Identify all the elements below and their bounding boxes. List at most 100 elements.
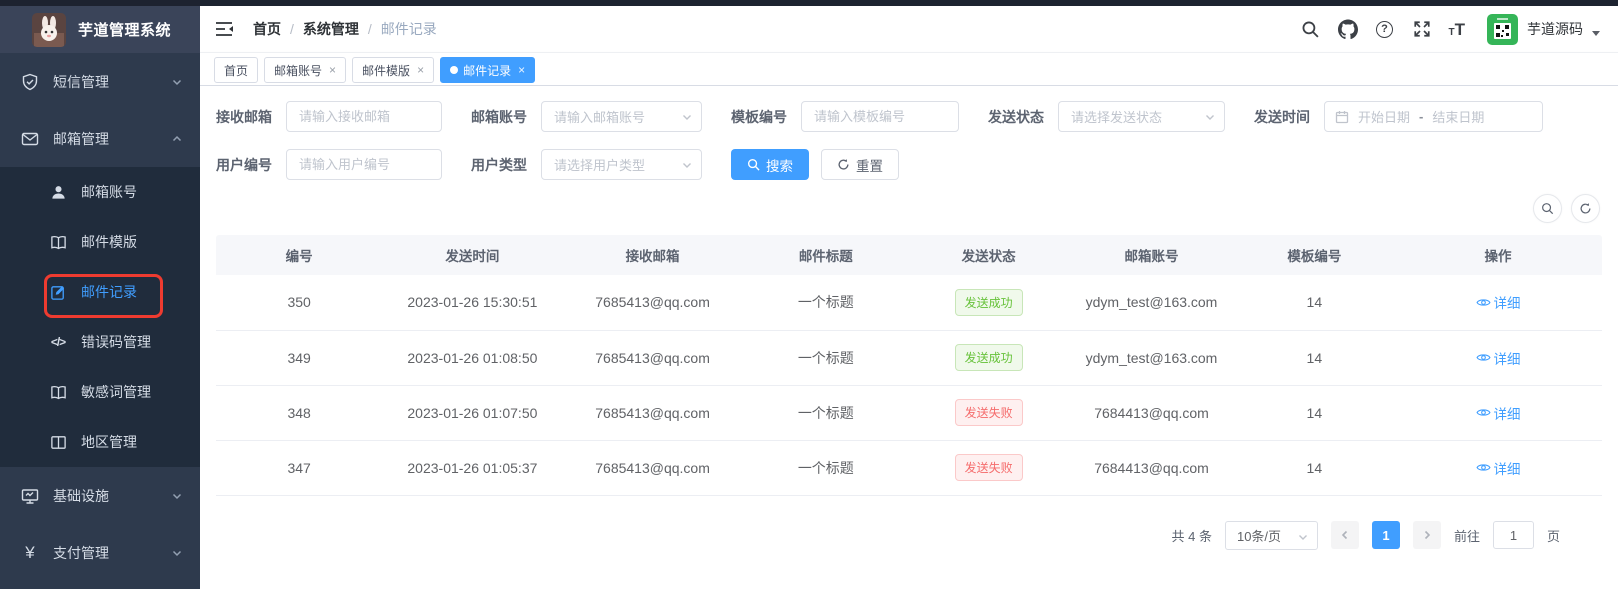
table-row: 350 2023-01-26 15:30:51 7685413@qq.com 一…: [216, 275, 1602, 330]
cell-id: 347: [216, 440, 382, 495]
sidebar-item-label: 错误码管理: [81, 332, 151, 352]
detail-link[interactable]: 详细: [1476, 348, 1521, 368]
chevron-down-icon: [171, 547, 183, 559]
tab-mail-log[interactable]: 邮件记录 ×: [440, 57, 535, 83]
tab-close-icon[interactable]: ×: [417, 63, 424, 77]
prev-page-button[interactable]: [1331, 521, 1359, 549]
sidebar-item-label: 邮箱账号: [81, 182, 137, 202]
chevron-down-icon: [1297, 531, 1309, 543]
cell-id: 348: [216, 385, 382, 440]
sidebar-item-pay-management[interactable]: ¥ 支付管理: [0, 524, 200, 581]
cell-title: 一个标题: [743, 330, 909, 385]
filter-label: 接收邮箱: [216, 107, 272, 127]
tab-close-icon[interactable]: ×: [518, 63, 525, 77]
sidebar-collapse-icon[interactable]: [213, 18, 235, 40]
send-status-select[interactable]: 请选择发送状态: [1058, 101, 1225, 132]
search-icon[interactable]: [1301, 19, 1321, 39]
sidebar-item-label: 敏感词管理: [81, 382, 151, 402]
user-type-select[interactable]: 请选择用户类型: [541, 149, 702, 180]
monitor-icon: [21, 487, 39, 505]
cell-template: 14: [1235, 385, 1394, 440]
content-area: 首页 / 系统管理 / 邮件记录 ? TT 芋道源码: [200, 6, 1618, 589]
cell-title: 一个标题: [743, 440, 909, 495]
breadcrumb-system[interactable]: 系统管理: [303, 19, 359, 39]
breadcrumb-current: 邮件记录: [381, 19, 437, 39]
cell-template: 14: [1235, 275, 1394, 330]
cell-receive-mail: 7685413@qq.com: [562, 275, 742, 330]
eye-icon: [1476, 297, 1491, 308]
status-badge: 发送成功: [955, 289, 1023, 316]
status-badge: 发送失败: [955, 454, 1023, 481]
sidebar-item-error-code[interactable]: </> 错误码管理: [0, 317, 200, 367]
send-time-daterange-picker[interactable]: 开始日期 - 结束日期: [1324, 101, 1543, 132]
cell-receive-mail: 7685413@qq.com: [562, 440, 742, 495]
cell-title: 一个标题: [743, 275, 909, 330]
sidebar-item-label: 地区管理: [81, 432, 137, 452]
calendar-icon: [1335, 110, 1349, 124]
tab-mail-template[interactable]: 邮件模版 ×: [352, 57, 434, 83]
chevron-down-icon: [1204, 111, 1216, 123]
goto-page-input[interactable]: [1493, 521, 1534, 549]
font-size-icon[interactable]: TT: [1449, 21, 1466, 38]
search-button[interactable]: 搜索: [731, 149, 809, 180]
search-icon: [747, 158, 760, 171]
template-id-input[interactable]: [801, 101, 959, 132]
detail-link[interactable]: 详细: [1476, 458, 1521, 478]
mail-account-select[interactable]: 请输入邮箱账号: [541, 101, 702, 132]
cell-account: ydym_test@163.com: [1068, 275, 1234, 330]
next-page-button[interactable]: [1413, 521, 1441, 549]
page-size-select[interactable]: 10条/页: [1225, 521, 1318, 550]
active-tab-dot: [450, 66, 458, 74]
shield-check-icon: [21, 73, 39, 91]
tab-close-icon[interactable]: ×: [329, 63, 336, 77]
receive-mail-input[interactable]: [286, 101, 442, 132]
yen-icon: ¥: [21, 544, 39, 562]
table-toolbar: [216, 194, 1600, 223]
book-icon: [49, 233, 67, 251]
filter-row-1: 接收邮箱 邮箱账号 请输入邮箱账号 模板编号 发送状态: [216, 101, 1602, 132]
help-icon[interactable]: ?: [1375, 19, 1395, 39]
sidebar-item-label: 邮箱管理: [53, 129, 109, 149]
caret-down-icon: [1592, 31, 1600, 36]
sidebar-item-mail-management[interactable]: 邮箱管理: [0, 110, 200, 167]
eye-icon: [1476, 407, 1491, 418]
filter-label: 用户类型: [471, 155, 527, 175]
fullscreen-icon[interactable]: [1412, 19, 1432, 39]
tab-mail-account[interactable]: 邮箱账号 ×: [264, 57, 346, 83]
refresh-table-button[interactable]: [1571, 194, 1600, 223]
reset-button[interactable]: 重置: [821, 149, 899, 180]
col-header-receive-mail: 接收邮箱: [562, 235, 742, 275]
sidebar-item-infrastructure[interactable]: 基础设施: [0, 467, 200, 524]
github-icon[interactable]: [1338, 19, 1358, 39]
eye-icon: [1476, 462, 1491, 473]
col-header-title: 邮件标题: [743, 235, 909, 275]
eye-icon: [1476, 352, 1491, 363]
sidebar-item-mail-log[interactable]: 邮件记录: [0, 267, 200, 317]
breadcrumb-home[interactable]: 首页: [253, 19, 281, 39]
detail-link-label: 详细: [1494, 403, 1521, 423]
detail-link[interactable]: 详细: [1476, 292, 1521, 312]
user-dropdown[interactable]: 芋道源码: [1487, 14, 1600, 45]
chevron-up-icon: [171, 133, 183, 145]
user-id-input[interactable]: [286, 149, 442, 180]
toggle-search-button[interactable]: [1533, 194, 1562, 223]
window-top-edge: [0, 0, 1618, 6]
detail-link[interactable]: 详细: [1476, 403, 1521, 423]
sidebar-item-sms-management[interactable]: 短信管理: [0, 53, 200, 110]
tab-home[interactable]: 首页: [214, 57, 258, 83]
sidebar-item-mail-template[interactable]: 邮件模版: [0, 217, 200, 267]
sidebar-item-sensitive-word[interactable]: 敏感词管理: [0, 367, 200, 417]
table-row: 349 2023-01-26 01:08:50 7685413@qq.com 一…: [216, 330, 1602, 385]
filter-label: 模板编号: [731, 107, 787, 127]
sidebar-logo[interactable]: 芋道管理系统: [0, 0, 200, 53]
select-placeholder: 请选择用户类型: [554, 155, 645, 174]
col-header-template: 模板编号: [1235, 235, 1394, 275]
current-page-button[interactable]: 1: [1372, 521, 1400, 549]
sidebar: 芋道管理系统 短信管理 邮箱管理 邮箱账号 邮件模版: [0, 0, 200, 589]
date-end-placeholder: 结束日期: [1432, 107, 1484, 126]
sidebar-item-label: 支付管理: [53, 543, 109, 563]
cell-receive-mail: 7685413@qq.com: [562, 385, 742, 440]
app-root: 芋道管理系统 短信管理 邮箱管理 邮箱账号 邮件模版: [0, 0, 1618, 589]
sidebar-item-mail-account[interactable]: 邮箱账号: [0, 167, 200, 217]
sidebar-item-region[interactable]: 地区管理: [0, 417, 200, 467]
